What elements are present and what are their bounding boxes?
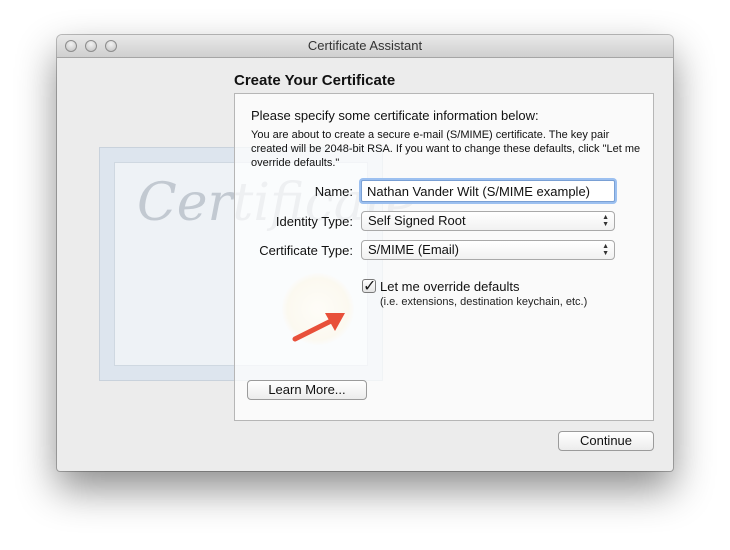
description-text: You are about to create a secure e-mail …: [251, 129, 641, 169]
certificate-info-panel: Please specify some certificate informat…: [234, 93, 654, 421]
certificate-type-label: Certificate Type:: [259, 243, 353, 258]
certificate-type-select[interactable]: S/MIME (Email) ▲ ▼: [361, 240, 615, 260]
red-arrow-icon: [292, 313, 345, 342]
certificate-type-value: S/MIME (Email): [368, 242, 459, 257]
learn-more-button[interactable]: Learn More...: [247, 380, 367, 400]
continue-button[interactable]: Continue: [558, 431, 654, 451]
page-title: Create Your Certificate: [234, 72, 396, 89]
name-label: Name:: [314, 184, 353, 199]
override-defaults-checkbox[interactable]: ✓: [362, 278, 377, 295]
title-bar[interactable]: Certificate Assistant: [57, 35, 673, 58]
updown-arrows-icon: ▲ ▼: [602, 214, 609, 228]
updown-arrows-icon: ▲ ▼: [602, 243, 609, 257]
override-defaults-sublabel: (i.e. extensions, destination keychain, …: [380, 296, 588, 308]
override-defaults-label[interactable]: Let me override defaults: [380, 279, 519, 294]
window-title: Certificate Assistant: [307, 38, 423, 53]
identity-type-label: Identity Type:: [275, 214, 353, 229]
identity-type-value: Self Signed Root: [368, 213, 466, 228]
name-input[interactable]: [361, 180, 615, 202]
intro-text: Please specify some certificate informat…: [251, 108, 539, 123]
identity-type-select[interactable]: Self Signed Root ▲ ▼: [361, 211, 615, 231]
certificate-assistant-window: Certificate Assistant Certificate Create…: [57, 35, 673, 471]
checkmark-icon: ✓: [363, 278, 377, 295]
